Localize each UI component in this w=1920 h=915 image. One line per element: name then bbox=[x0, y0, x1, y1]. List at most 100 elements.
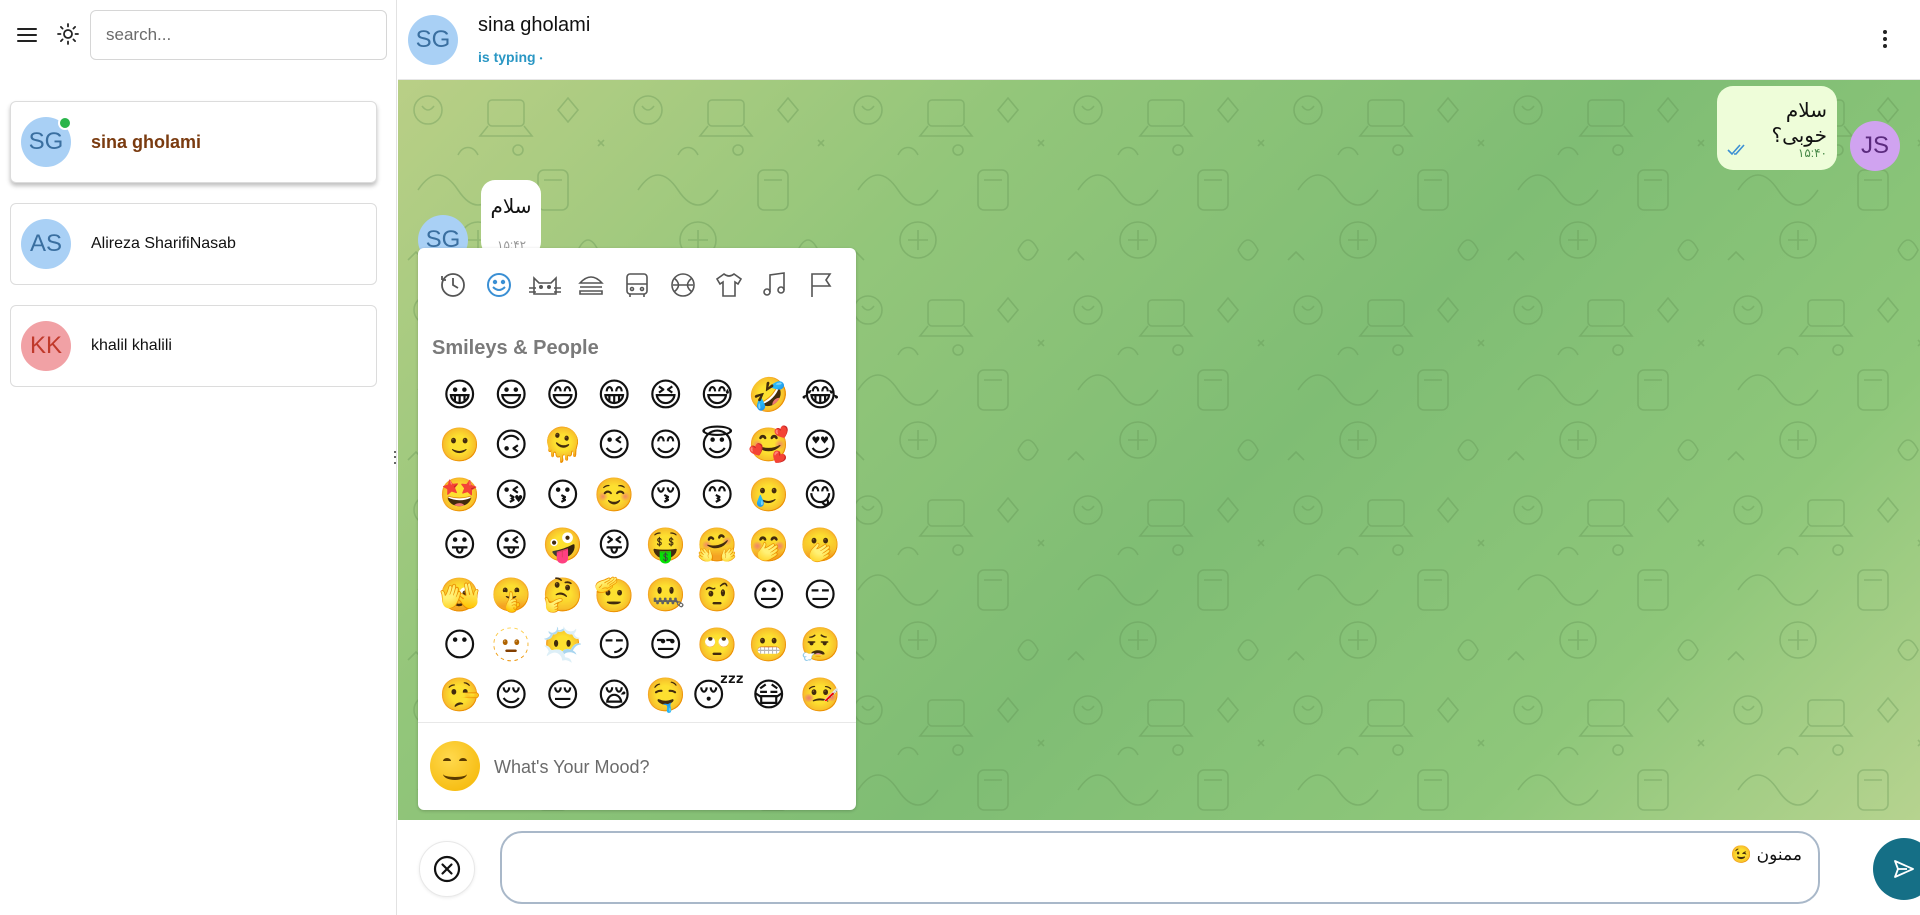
emoji-option[interactable]: 😛 bbox=[434, 520, 486, 570]
emoji-option[interactable]: 🤗 bbox=[692, 520, 744, 570]
emoji-option[interactable]: 🤨 bbox=[692, 570, 744, 620]
outgoing-message[interactable]: سلام خوبی؟ ۱۵:۴۰ bbox=[1717, 86, 1837, 170]
smiling-face-icon bbox=[430, 741, 480, 791]
emoji-option[interactable]: 😐 bbox=[743, 570, 795, 620]
recent-icon[interactable] bbox=[436, 268, 470, 302]
chat-list-item[interactable]: AS Alireza SharifiNasab bbox=[10, 203, 377, 285]
message-input[interactable]: ممنون 😉 bbox=[500, 831, 1820, 904]
emoji-option[interactable]: 🥰 bbox=[743, 420, 795, 470]
emoji-option[interactable]: 😙 bbox=[692, 470, 744, 520]
avatar[interactable]: SG bbox=[408, 15, 458, 65]
message-text: سلام خوبی؟ bbox=[1771, 100, 1827, 147]
emoji-option[interactable]: 😔 bbox=[537, 670, 589, 720]
emoji-option[interactable]: 😝 bbox=[589, 520, 641, 570]
emoji-option[interactable]: 🫣 bbox=[434, 570, 486, 620]
contact-name: sina gholami bbox=[478, 14, 591, 36]
chat-list-item[interactable]: KK khalil khalili bbox=[10, 305, 377, 387]
emoji-option[interactable]: 😜 bbox=[486, 520, 538, 570]
emoji-option[interactable]: 🤪 bbox=[537, 520, 589, 570]
emoji-option[interactable]: 😇 bbox=[692, 420, 744, 470]
emoji-option[interactable]: 😀 bbox=[434, 370, 486, 420]
emoji-option[interactable]: 😊 bbox=[640, 420, 692, 470]
close-icon bbox=[433, 855, 461, 883]
emoji-option[interactable]: 🫡 bbox=[589, 570, 641, 620]
emoji-option[interactable]: 🤑 bbox=[640, 520, 692, 570]
emoji-option[interactable]: 🫢 bbox=[795, 520, 847, 570]
emoji-option[interactable]: 🤔 bbox=[537, 570, 589, 620]
message-time: ۱۵:۴۰ bbox=[1797, 146, 1827, 160]
incoming-message[interactable]: سلام ۱۵:۴۲ bbox=[481, 180, 541, 256]
emoji-option[interactable]: 🤥 bbox=[434, 670, 486, 720]
flag-icon[interactable] bbox=[804, 268, 838, 302]
chat-header: SG sina gholami is typing • bbox=[398, 0, 1920, 80]
emoji-option[interactable]: 🤤 bbox=[640, 670, 692, 720]
travel-icon[interactable] bbox=[620, 268, 654, 302]
objects-icon[interactable] bbox=[712, 268, 746, 302]
sun-icon[interactable] bbox=[56, 22, 80, 46]
emoji-option[interactable]: 😋 bbox=[795, 470, 847, 520]
avatar[interactable]: JS bbox=[1850, 121, 1900, 171]
emoji-option[interactable]: 🙄 bbox=[692, 620, 744, 670]
emoji-option[interactable]: 😮‍💨 bbox=[795, 620, 847, 670]
emoji-option[interactable]: 😬 bbox=[743, 620, 795, 670]
emoji-option[interactable]: 🤣 bbox=[743, 370, 795, 420]
emoji-option[interactable]: 😂 bbox=[795, 370, 847, 420]
emoji-option[interactable]: 😄 bbox=[537, 370, 589, 420]
emoji-option[interactable]: 😚 bbox=[640, 470, 692, 520]
mood-placeholder: What's Your Mood? bbox=[494, 757, 650, 777]
emoji-option[interactable]: 🥲 bbox=[743, 470, 795, 520]
emoji-option[interactable]: 🫥 bbox=[486, 620, 538, 670]
chat-name: Alireza SharifiNasab bbox=[91, 235, 236, 252]
emoji-option[interactable]: 😴 bbox=[692, 670, 745, 720]
close-emoji-button[interactable] bbox=[419, 841, 475, 897]
emoji-option[interactable]: 😉 bbox=[589, 420, 641, 470]
emoji-option[interactable]: 😒 bbox=[640, 620, 692, 670]
emoji-option[interactable]: 😷 bbox=[743, 670, 795, 720]
sidebar: SGsina gholami AS Alireza SharifiNasab KK kh… bbox=[0, 0, 397, 915]
chat-list-item[interactable]: SG sina gholami bbox=[10, 101, 377, 183]
emoji-option[interactable]: 🙃 bbox=[486, 420, 538, 470]
emoji-option[interactable]: ☺️ bbox=[589, 470, 641, 520]
sidebar-toolbar bbox=[0, 0, 397, 72]
emoji-preview-footer: What's Your Mood? bbox=[418, 722, 856, 810]
emoji-option[interactable]: 😍 bbox=[795, 420, 847, 470]
search-input[interactable] bbox=[90, 10, 387, 60]
emoji-option[interactable]: 😪 bbox=[589, 670, 641, 720]
more-options-icon[interactable] bbox=[1880, 27, 1890, 51]
emoji-option[interactable]: 🫠 bbox=[537, 420, 589, 470]
emoji-option[interactable]: 😅 bbox=[692, 370, 744, 420]
emoji-option[interactable]: 🤐 bbox=[640, 570, 692, 620]
emoji-section-title: Smileys & People bbox=[432, 337, 599, 359]
emoji-option[interactable]: 🤩 bbox=[434, 470, 486, 520]
hamburger-menu-icon[interactable] bbox=[14, 22, 40, 48]
emoji-option[interactable]: 🤫 bbox=[486, 570, 538, 620]
emoji-option[interactable]: 😗 bbox=[537, 470, 589, 520]
emoji-option[interactable]: 🤭 bbox=[743, 520, 795, 570]
emoji-grid: 😀 😃 😄 😁 😆 😅 🤣 😂 🙂 🙃 🫠 😉 😊 😇 🥰 😍 🤩 😘 😗 ☺️ 😚 😙 🥲 😋 😛 😜 🤪 😝 🤑 🤗 🤭 🫢 🫣 🤫 🤔 🫡 🤐 🤨 😐… bbox=[434, 370, 850, 720]
smiley-icon[interactable] bbox=[482, 268, 516, 302]
message-composer: ممنون 😉 bbox=[398, 820, 1920, 915]
chat-name: khalil khalili bbox=[91, 337, 172, 354]
emoji-option[interactable]: 😶‍🌫️ bbox=[537, 620, 589, 670]
symbols-icon[interactable] bbox=[758, 268, 792, 302]
emoji-option[interactable]: 😆 bbox=[640, 370, 692, 420]
emoji-option[interactable]: 😏 bbox=[589, 620, 641, 670]
emoji-option[interactable]: 😘 bbox=[486, 470, 538, 520]
activity-icon[interactable] bbox=[666, 268, 700, 302]
send-icon bbox=[1894, 860, 1914, 878]
emoji-option[interactable]: 🙂 bbox=[434, 420, 486, 470]
chat-name: sina gholami bbox=[91, 132, 202, 152]
food-icon[interactable] bbox=[574, 268, 608, 302]
emoji-option[interactable]: 🤒 bbox=[795, 670, 847, 720]
avatar: AS bbox=[21, 219, 71, 269]
emoji-option[interactable]: 😑 bbox=[795, 570, 847, 620]
typing-status: is typing • bbox=[478, 49, 542, 65]
emoji-option[interactable]: 😌 bbox=[486, 670, 538, 720]
emoji-option[interactable]: 😶 bbox=[434, 620, 486, 670]
send-button[interactable] bbox=[1873, 838, 1920, 900]
typing-dot: • bbox=[539, 53, 543, 63]
animal-icon[interactable] bbox=[528, 268, 562, 302]
emoji-option[interactable]: 😁 bbox=[589, 370, 641, 420]
emoji-category-bar bbox=[436, 268, 838, 302]
emoji-option[interactable]: 😃 bbox=[486, 370, 538, 420]
